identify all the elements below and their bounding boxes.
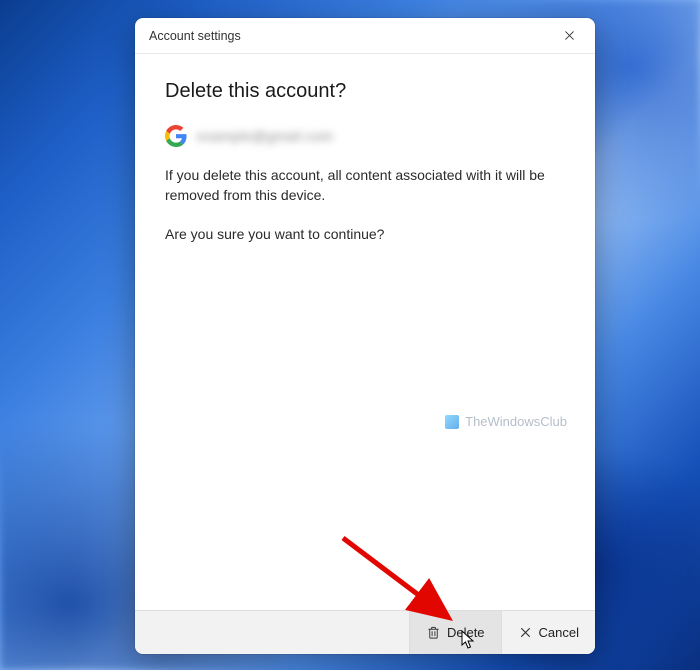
account-row: example@gmail.com (165, 125, 565, 147)
cancel-button[interactable]: Cancel (501, 611, 595, 654)
x-icon (518, 625, 533, 640)
dialog-footer: Delete Cancel (135, 610, 595, 654)
google-logo-icon (165, 125, 187, 147)
titlebar: Account settings (135, 18, 595, 54)
watermark: TheWindowsClub (445, 414, 567, 429)
trash-icon (426, 625, 441, 640)
window-close-button[interactable] (557, 24, 581, 48)
delete-button-label: Delete (447, 625, 485, 640)
confirm-text: Are you sure you want to continue? (165, 224, 565, 244)
delete-button[interactable]: Delete (409, 611, 501, 654)
account-email: example@gmail.com (197, 128, 333, 144)
cancel-button-label: Cancel (539, 625, 579, 640)
dialog-content: Delete this account? example@gmail.com I… (135, 54, 595, 610)
watermark-logo-icon (445, 415, 459, 429)
window-title: Account settings (149, 29, 557, 43)
close-icon (563, 29, 576, 42)
warning-text: If you delete this account, all content … (165, 165, 565, 206)
watermark-text: TheWindowsClub (465, 414, 567, 429)
dialog-heading: Delete this account? (165, 80, 565, 103)
delete-account-dialog: Account settings Delete this account? ex… (135, 18, 595, 654)
